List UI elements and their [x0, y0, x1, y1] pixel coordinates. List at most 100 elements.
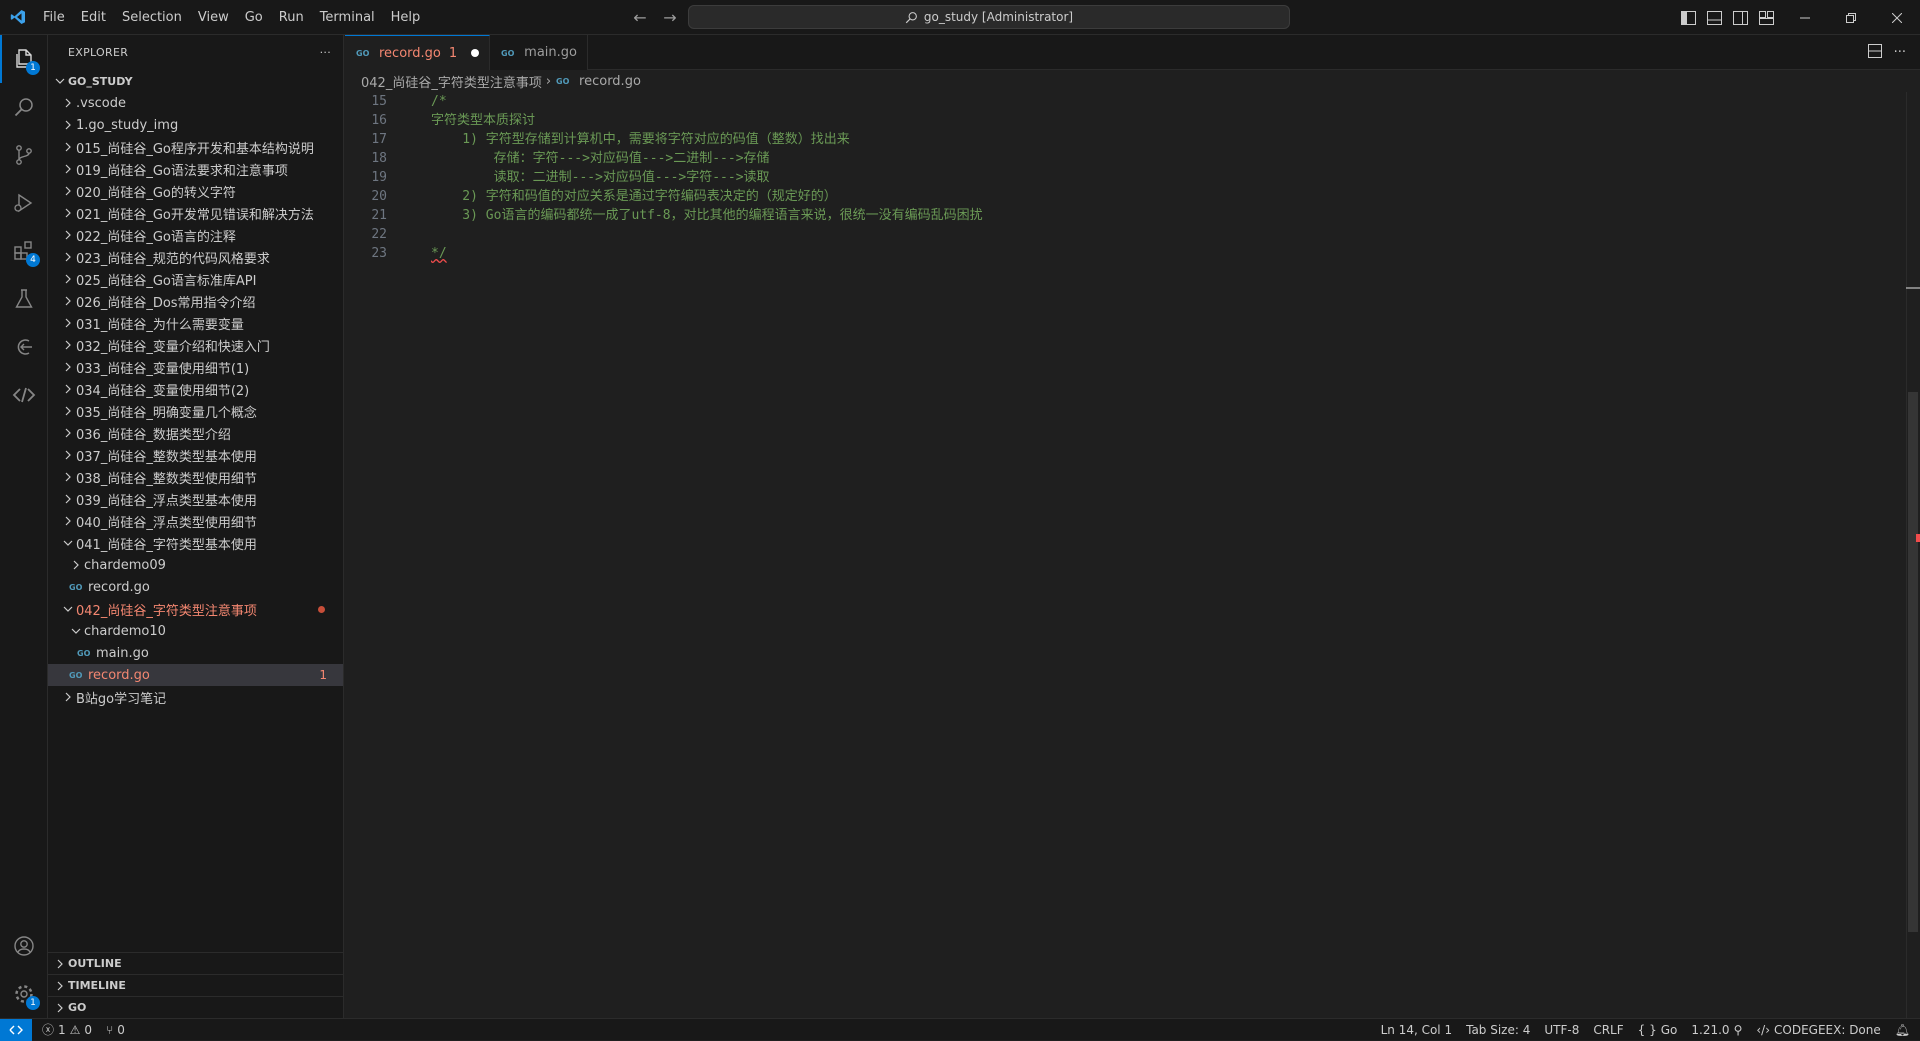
- codegeex-activity[interactable]: [0, 371, 48, 419]
- forward-arrow-icon[interactable]: →: [660, 8, 680, 27]
- tree-item-label: record.go: [88, 667, 150, 683]
- workspace-root-header[interactable]: GO_STUDY: [48, 70, 343, 92]
- tree-file[interactable]: GO record.go: [48, 576, 343, 598]
- tree-folder[interactable]: 026_尚硅谷_Dos常用指令介绍: [48, 290, 343, 312]
- menu-file[interactable]: File: [35, 0, 73, 35]
- explorer-more-actions[interactable]: ···: [320, 46, 331, 59]
- outline-section[interactable]: OUTLINE: [48, 952, 344, 974]
- minimize-icon[interactable]: [1782, 0, 1828, 35]
- source-control-icon: [16, 145, 32, 165]
- back-arrow-icon[interactable]: ←: [630, 8, 650, 27]
- tree-folder[interactable]: 015_尚硅谷_Go程序开发和基本结构说明: [48, 136, 343, 158]
- workspace-root-label: GO_STUDY: [68, 74, 133, 88]
- explorer-activity[interactable]: 1: [0, 35, 48, 83]
- menu-help[interactable]: Help: [383, 0, 429, 35]
- timeline-section[interactable]: TIMELINE: [48, 974, 344, 996]
- split-editor-icon[interactable]: [1867, 43, 1882, 62]
- editor-area: GO record.go 1 GO main.go ··· 042_尚硅谷_字符…: [345, 35, 1920, 1018]
- tree-folder[interactable]: 037_尚硅谷_整数类型基本使用: [48, 444, 343, 466]
- go-section[interactable]: GO: [48, 996, 344, 1018]
- run-debug-activity[interactable]: [0, 179, 48, 227]
- tree-folder[interactable]: 023_尚硅谷_规范的代码风格要求: [48, 246, 343, 268]
- tree-folder[interactable]: 020_尚硅谷_Go的转义字符: [48, 180, 343, 202]
- toggle-primary-sidebar-icon[interactable]: [1680, 10, 1696, 26]
- tree-folder[interactable]: 038_尚硅谷_整数类型使用细节: [48, 466, 343, 488]
- search-activity[interactable]: [0, 83, 48, 131]
- tree-folder[interactable]: chardemo09: [48, 554, 343, 576]
- command-center-search[interactable]: go_study [Administrator]: [688, 5, 1290, 29]
- extensions-activity[interactable]: 4: [0, 227, 48, 275]
- file-encoding[interactable]: UTF-8: [1544, 1023, 1579, 1037]
- tree-folder[interactable]: B站go学习笔记: [48, 686, 343, 708]
- line-endings[interactable]: CRLF: [1593, 1023, 1623, 1037]
- line-content: 读取：二进制--->对应码值--->字符--->读取: [431, 170, 770, 185]
- menu-terminal[interactable]: Terminal: [312, 0, 383, 35]
- language-mode[interactable]: { } Go: [1638, 1023, 1678, 1037]
- ports-status[interactable]: ⑂ 0: [106, 1023, 125, 1037]
- tree-folder[interactable]: 033_尚硅谷_变量使用细节(1): [48, 356, 343, 378]
- chevron-right-icon: [60, 161, 76, 177]
- tree-folder[interactable]: 021_尚硅谷_Go开发常见错误和解决方法: [48, 202, 343, 224]
- line-content: 存储：字符--->对应码值--->二进制--->存储: [431, 151, 770, 166]
- tree-file[interactable]: GO main.go: [48, 642, 343, 664]
- tree-folder[interactable]: 032_尚硅谷_变量介绍和快速入门: [48, 334, 343, 356]
- cursor-position[interactable]: Ln 14, Col 1: [1381, 1023, 1453, 1037]
- tree-item-label: B站go学习笔记: [76, 691, 167, 707]
- tree-folder[interactable]: chardemo10: [48, 620, 343, 642]
- toggle-panel-icon[interactable]: [1706, 10, 1722, 26]
- customize-layout-icon[interactable]: [1758, 10, 1774, 26]
- menu-selection[interactable]: Selection: [114, 0, 190, 35]
- code-editor[interactable]: 15 /* 16 字符类型本质探讨 17 1) 字符型存储到计算机中，需要将字符对应的码…: [345, 92, 1920, 263]
- breadcrumb-folder[interactable]: 042_尚硅谷_字符类型注意事项: [361, 72, 542, 91]
- tree-folder[interactable]: 035_尚硅谷_明确变量几个概念: [48, 400, 343, 422]
- go-version[interactable]: 1.21.0 ⚲: [1691, 1023, 1742, 1037]
- close-icon[interactable]: [1874, 0, 1920, 35]
- code-line: 17 1) 字符型存储到计算机中，需要将字符对应的码值（整数）找出来: [345, 130, 1920, 149]
- scrollbar-thumb[interactable]: [1908, 392, 1918, 932]
- tree-item-label: 032_尚硅谷_变量介绍和快速入门: [76, 339, 270, 355]
- tab-size[interactable]: Tab Size: 4: [1466, 1023, 1530, 1037]
- codegeex-status[interactable]: ‹/› CODEGEEX: Done: [1756, 1023, 1880, 1037]
- tree-folder[interactable]: 042_尚硅谷_字符类型注意事项: [48, 598, 343, 620]
- line-number: 21: [371, 208, 387, 223]
- toggle-secondary-sidebar-icon[interactable]: [1732, 10, 1748, 26]
- tree-folder[interactable]: 039_尚硅谷_浮点类型基本使用: [48, 488, 343, 510]
- breadcrumb-file[interactable]: record.go: [579, 74, 641, 89]
- tree-folder[interactable]: 019_尚硅谷_Go语法要求和注意事项: [48, 158, 343, 180]
- tree-item-label: 038_尚硅谷_整数类型使用细节: [76, 471, 257, 487]
- editor-scrollbar[interactable]: [1906, 92, 1920, 1018]
- tree-folder[interactable]: 036_尚硅谷_数据类型介绍: [48, 422, 343, 444]
- tree-folder[interactable]: 1.go_study_img: [48, 114, 343, 136]
- menu-view[interactable]: View: [190, 0, 237, 35]
- source-control-activity[interactable]: [0, 131, 48, 179]
- accounts-activity[interactable]: [0, 922, 48, 970]
- warning-count: 0: [84, 1022, 93, 1037]
- testing-activity[interactable]: [0, 275, 48, 323]
- tree-file[interactable]: GO record.go 1: [48, 664, 343, 686]
- problems-status[interactable]: ⓧ 1 ⚠ 0: [42, 1021, 92, 1038]
- tree-folder[interactable]: 031_尚硅谷_为什么需要变量: [48, 312, 343, 334]
- tree-folder[interactable]: 040_尚硅谷_浮点类型使用细节: [48, 510, 343, 532]
- chevron-right-icon: [60, 139, 76, 155]
- tree-item-label: 041_尚硅谷_字符类型基本使用: [76, 537, 257, 553]
- notifications-bell-icon[interactable]: 🔔︎: [1895, 1023, 1910, 1037]
- remote-indicator[interactable]: [0, 1018, 32, 1041]
- remote-activity[interactable]: [0, 323, 48, 371]
- more-actions-icon[interactable]: ···: [1894, 45, 1906, 60]
- menu-edit[interactable]: Edit: [73, 0, 114, 35]
- tab-record-go[interactable]: GO record.go 1: [345, 35, 491, 70]
- search-icon: [905, 11, 917, 23]
- tab-main-go-label: main.go: [524, 45, 577, 60]
- menu-run[interactable]: Run: [271, 0, 312, 35]
- tree-folder[interactable]: 034_尚硅谷_变量使用细节(2): [48, 378, 343, 400]
- menu-go[interactable]: Go: [237, 0, 271, 35]
- restore-icon[interactable]: [1828, 0, 1874, 35]
- tab-main-go[interactable]: GO main.go: [490, 35, 588, 70]
- manage-activity[interactable]: 1: [0, 970, 48, 1018]
- tree-folder[interactable]: .vscode: [48, 92, 343, 114]
- tree-folder[interactable]: 022_尚硅谷_Go语言的注释: [48, 224, 343, 246]
- unsaved-dot-icon[interactable]: [471, 49, 480, 57]
- tree-folder[interactable]: 041_尚硅谷_字符类型基本使用: [48, 532, 343, 554]
- tree-item-label: chardemo10: [84, 623, 166, 639]
- tree-folder[interactable]: 025_尚硅谷_Go语言标准库API: [48, 268, 343, 290]
